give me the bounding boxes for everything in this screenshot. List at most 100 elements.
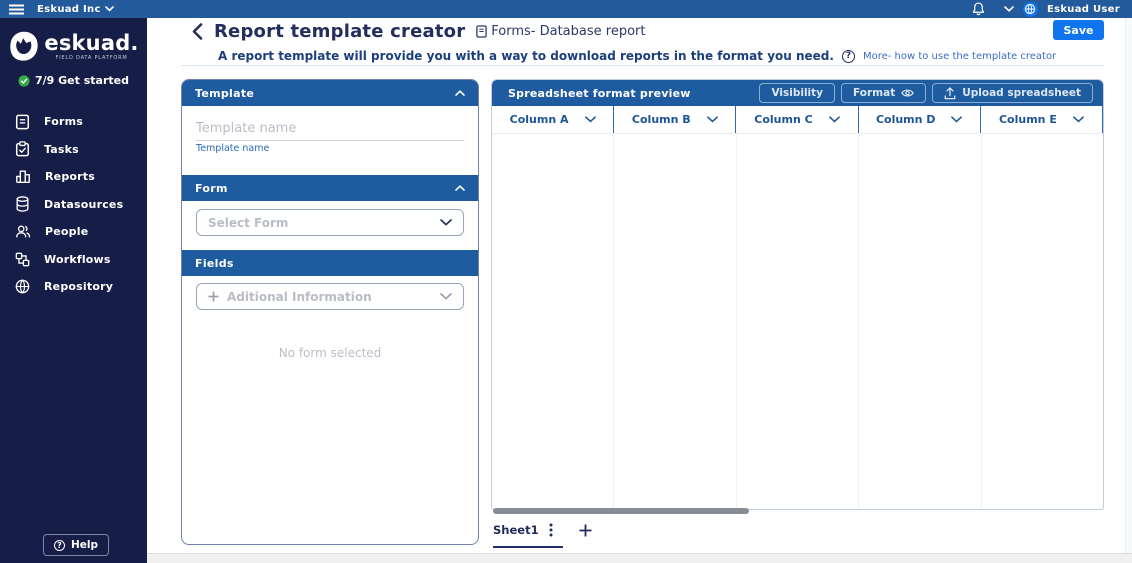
form-select[interactable]: Select Form (196, 209, 464, 236)
sidebar-nav: Forms Tasks Reports Datasources People W… (0, 108, 147, 301)
chevron-down-icon[interactable] (951, 116, 963, 123)
fields-section-title: Fields (195, 256, 234, 270)
chevron-up-icon[interactable] (455, 185, 465, 191)
org-name: Eskuad Inc (37, 3, 101, 15)
save-button[interactable]: Save (1053, 20, 1104, 40)
upload-spreadsheet-button[interactable]: Upload spreadsheet (932, 83, 1093, 103)
sheet-menu-kebab-icon[interactable] (549, 523, 553, 537)
template-name-helper: Template name (196, 143, 270, 154)
sidebar-item-people[interactable]: People (0, 218, 147, 246)
form-section-header[interactable]: Form (182, 175, 478, 201)
visibility-button[interactable]: Visibility (759, 83, 836, 103)
empty-state-message: No form selected (278, 346, 382, 360)
column-label: Column C (754, 113, 813, 126)
column-label: Column B (631, 113, 691, 126)
sidebar-item-label: Tasks (44, 142, 79, 156)
form-section-title: Form (195, 181, 228, 195)
column-header-b[interactable]: Column B (614, 106, 737, 133)
eye-icon (901, 89, 915, 97)
help-question-icon: ? (54, 539, 65, 551)
sidebar-item-label: People (45, 225, 89, 239)
sidebar-item-label: Workflows (44, 252, 111, 266)
help-button[interactable]: ? Help (43, 534, 110, 556)
help-circle-icon[interactable]: ? (841, 49, 855, 63)
format-button[interactable]: Format (841, 83, 927, 103)
org-selector[interactable]: Eskuad Inc (37, 4, 114, 15)
topbar: Eskuad Inc Eskuad User (0, 0, 1132, 18)
template-name-input[interactable] (196, 119, 464, 141)
sidebar-item-forms[interactable]: Forms (0, 108, 147, 136)
template-section-body: Template name (182, 119, 478, 175)
hamburger-menu-icon[interactable] (9, 4, 24, 15)
check-circle-icon (18, 74, 30, 87)
chevron-down-icon[interactable] (1004, 6, 1014, 12)
user-name[interactable]: Eskuad User (1047, 4, 1120, 15)
avatar[interactable] (1022, 1, 1038, 17)
sidebar-item-label: Datasources (44, 197, 124, 211)
template-section-header[interactable]: Template (182, 80, 478, 106)
sheet-tabs: Sheet1 (493, 523, 592, 537)
chevron-down-icon[interactable] (828, 116, 840, 123)
fields-placeholder: Aditional Information (227, 289, 372, 304)
logo-tagline: Field Data Platform (55, 55, 128, 61)
sidebar-item-tasks[interactable]: Tasks (0, 136, 147, 164)
eskuad-logo-mark-icon (10, 31, 39, 61)
notifications-bell-icon[interactable] (972, 2, 985, 16)
report-context: Forms- Database report (476, 24, 645, 39)
sidebar: eskuad. Field Data Platform 7/9 Get star… (0, 18, 147, 563)
spreadsheet-header: Spreadsheet format preview Visibility Fo… (492, 80, 1103, 106)
spreadsheet-title: Spreadsheet format preview (508, 86, 691, 100)
active-sheet-underline (493, 546, 563, 548)
spreadsheet-panel: Spreadsheet format preview Visibility Fo… (491, 79, 1104, 510)
tasks-icon (15, 141, 30, 157)
page-header: Report template creator Forms- Database … (192, 21, 645, 42)
chevron-down-icon[interactable] (584, 116, 596, 123)
visibility-label: Visibility (771, 87, 824, 99)
column-header-e[interactable]: Column E (981, 106, 1103, 133)
sidebar-item-reports[interactable]: Reports (0, 163, 147, 191)
spreadsheet-grid (492, 134, 1103, 509)
sidebar-item-repository[interactable]: Repository (0, 273, 147, 301)
page-vertical-scrollbar-track[interactable] (1125, 18, 1132, 553)
form-icon (15, 114, 30, 130)
column-header-a[interactable]: Column A (492, 106, 615, 133)
report-context-label: Forms- Database report (491, 24, 646, 39)
upload-icon (944, 86, 956, 99)
chevron-up-icon[interactable] (455, 90, 465, 96)
get-started-progress[interactable]: 7/9 Get started (0, 74, 147, 87)
plus-icon (579, 524, 592, 536)
sidebar-item-datasources[interactable]: Datasources (0, 191, 147, 219)
page-horizontal-scrollbar-track[interactable] (147, 553, 1132, 563)
datasources-icon (16, 196, 29, 212)
sidebar-item-workflows[interactable]: Workflows (0, 246, 147, 274)
topbar-right: Eskuad User (972, 1, 1120, 17)
chevron-down-icon (440, 219, 452, 226)
additional-information-select[interactable]: Aditional Information (196, 283, 464, 310)
template-section-title: Template (195, 86, 255, 100)
chevron-left-icon (192, 23, 203, 40)
get-started-label: 7/9 Get started (35, 74, 129, 87)
logo: eskuad. Field Data Platform (0, 31, 147, 63)
sidebar-item-label: Reports (45, 170, 95, 184)
help-label: Help (71, 539, 99, 551)
column-header-row: Column A Column B Column C Column D Colu… (492, 106, 1103, 134)
sidebar-item-label: Repository (44, 280, 114, 294)
sidebar-item-label: Forms (44, 115, 84, 129)
column-header-d[interactable]: Column D (859, 106, 981, 133)
app-root: Eskuad Inc Eskuad User eskuad. Field Dat… (0, 0, 1132, 563)
fields-section-header: Fields (182, 250, 478, 276)
sheet-tab[interactable]: Sheet1 (493, 523, 539, 537)
column-header-c[interactable]: Column C (736, 106, 859, 133)
format-label: Format (853, 87, 896, 99)
chevron-down-icon[interactable] (706, 116, 718, 123)
chevron-down-icon[interactable] (1072, 116, 1084, 123)
form-section-body: Select Form (182, 209, 478, 250)
more-help-link[interactable]: More- how to use the template creator (863, 51, 1056, 62)
horizontal-scrollbar[interactable] (493, 508, 749, 514)
subtitle-row: A report template will provide you with … (218, 49, 1056, 63)
subtitle: A report template will provide you with … (218, 49, 834, 63)
fields-section-body: Aditional Information No form selected (182, 283, 478, 360)
add-sheet-button[interactable] (579, 524, 592, 537)
template-panel: Template Template name Form Select Form … (181, 79, 479, 545)
back-button[interactable] (192, 23, 203, 40)
